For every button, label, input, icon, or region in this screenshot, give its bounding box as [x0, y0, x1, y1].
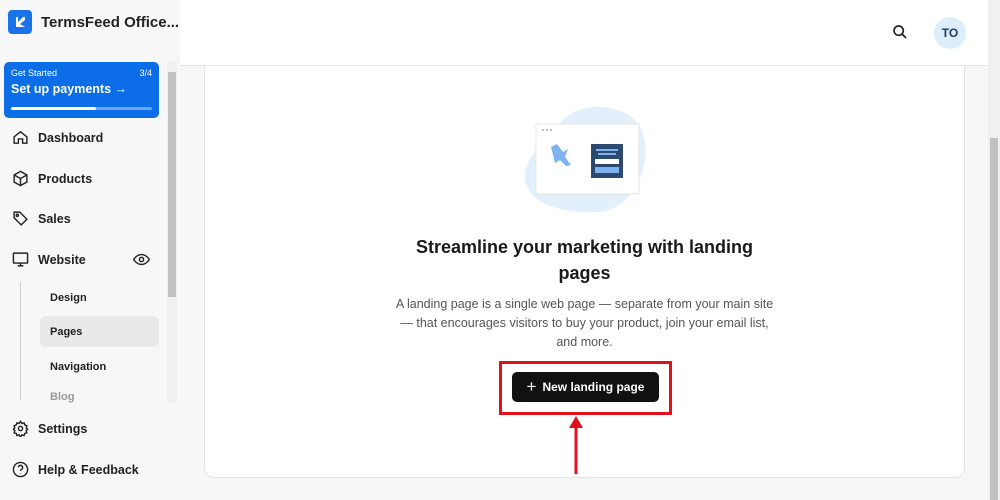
eye-icon[interactable]	[133, 251, 150, 268]
empty-state-title: Streamline your marketing with landing p…	[415, 237, 754, 283]
scrollbar-thumb[interactable]	[168, 72, 176, 297]
logo-icon	[8, 10, 32, 34]
sidebar-item-help[interactable]: Help & Feedback	[12, 461, 139, 478]
annotation-arrow-icon	[569, 416, 583, 474]
search-icon[interactable]	[892, 24, 908, 40]
empty-state-card: Streamline your marketing with landing p…	[204, 66, 965, 478]
landing-page-illustration	[524, 106, 646, 213]
sidebar-item-products[interactable]: Products	[12, 170, 92, 187]
sidebar-item-label: Help & Feedback	[38, 462, 139, 477]
sidebar-item-settings[interactable]: Settings	[12, 420, 87, 437]
sidebar-item-label: Website	[38, 252, 86, 267]
sidebar-scrollbar[interactable]	[167, 62, 177, 402]
sidebar: TermsFeed Office... Get Started 3/4 Set u…	[0, 0, 180, 500]
promo-step: 3/4	[139, 68, 152, 78]
highlight-box	[499, 361, 672, 415]
monitor-icon	[12, 252, 29, 267]
divider	[20, 282, 21, 400]
avatar[interactable]: TO	[934, 17, 966, 49]
get-started-card[interactable]: Get Started 3/4 Set up payments →	[4, 62, 159, 118]
progress-bar	[11, 107, 152, 110]
top-header: TO	[180, 0, 988, 66]
sidebar-item-sales[interactable]: Sales	[12, 210, 71, 227]
tag-icon	[13, 211, 28, 226]
sidebar-item-website[interactable]: Website	[12, 251, 152, 268]
sidebar-item-label: Sales	[38, 211, 71, 226]
sidebar-item-dashboard[interactable]: Dashboard	[12, 129, 103, 146]
scrollbar-thumb[interactable]	[990, 138, 998, 500]
promo-title: Set up payments	[11, 82, 112, 96]
sidebar-item-label: Settings	[38, 421, 88, 436]
home-icon	[13, 130, 28, 144]
sidebar-subitem-blog[interactable]: Blog	[40, 385, 159, 403]
progress-fill	[11, 107, 96, 110]
help-icon	[12, 461, 29, 478]
sidebar-subitem-navigation[interactable]: Navigation	[40, 351, 159, 382]
empty-state-description: A landing page is a single web page — se…	[395, 297, 774, 349]
sidebar-item-label: Products	[38, 171, 93, 186]
brand[interactable]: TermsFeed Office...	[8, 10, 179, 34]
sidebar-subitem-pages[interactable]: Pages	[40, 316, 159, 347]
sidebar-subitem-design[interactable]: Design	[40, 282, 159, 313]
gear-icon	[12, 420, 29, 437]
box-icon	[13, 170, 28, 187]
promo-label: Get Started	[11, 68, 58, 78]
sidebar-item-label: Dashboard	[38, 130, 104, 145]
arrow-right-icon: →	[114, 82, 128, 96]
store-name: TermsFeed Office...	[41, 13, 180, 31]
page-scrollbar[interactable]	[988, 0, 1000, 500]
